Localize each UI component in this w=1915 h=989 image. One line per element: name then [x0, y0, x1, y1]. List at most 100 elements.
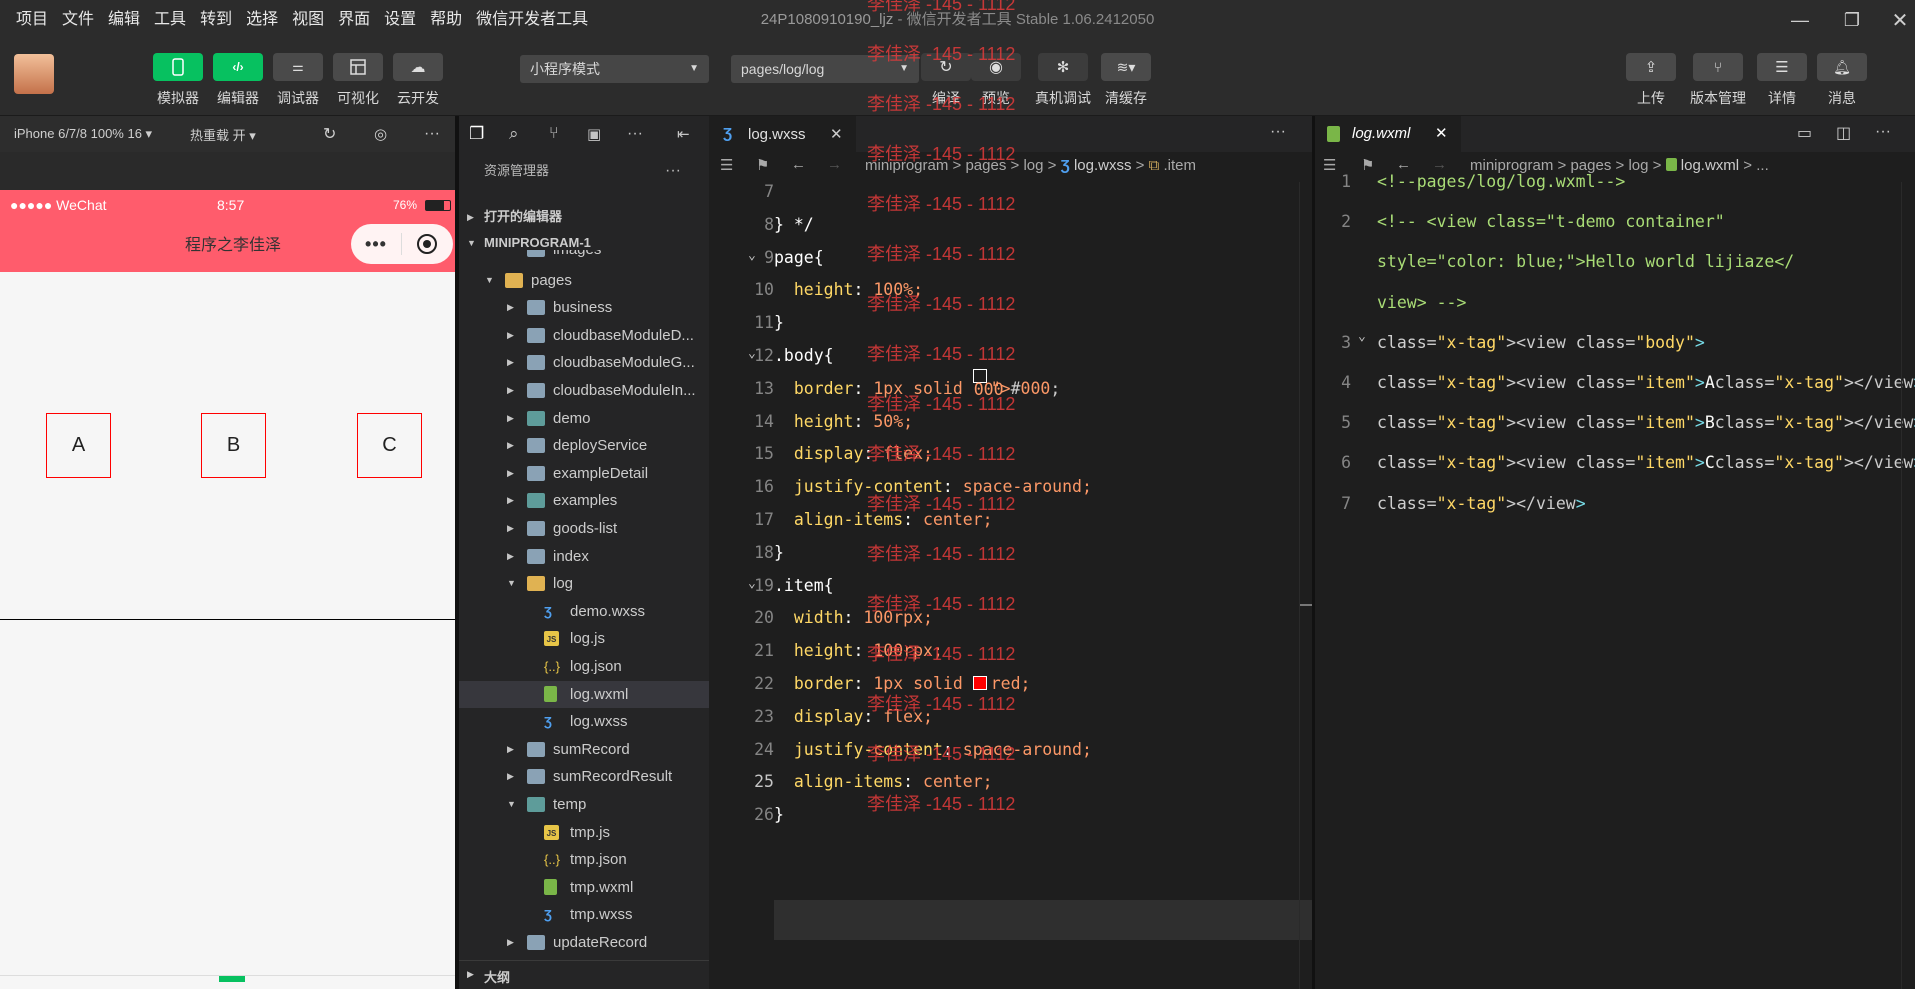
simulator-bar: iPhone 6/7/8 100% 16 ▾ 热重载 开 ▾ ↻ ◎ ··· — [0, 116, 457, 152]
editor-more-icon[interactable]: ··· — [1875, 123, 1891, 141]
tree-item-label: log.wxss — [570, 713, 628, 731]
menu-item[interactable]: 界面 — [331, 0, 377, 40]
split-editor-icon[interactable]: ◫ — [1836, 123, 1851, 143]
menu-icon: ☰ — [1775, 59, 1789, 76]
compile-button[interactable]: ↻ 编译 — [920, 53, 972, 108]
tree-item[interactable]: ▶ sumRecordResult — [459, 763, 709, 790]
tree-item[interactable]: ▶ deployService — [459, 432, 709, 459]
menu-item[interactable]: 微信开发者工具 — [469, 0, 595, 40]
tree-item[interactable]: log.wxml — [459, 680, 709, 708]
details-button[interactable]: ☰ 详情 — [1756, 53, 1808, 108]
item-b[interactable]: B — [201, 413, 266, 478]
avatar[interactable] — [14, 54, 54, 94]
tree-item[interactable]: {..} log.json — [459, 653, 709, 680]
clear-cache-button[interactable]: ≋▾ 清缓存 — [1100, 53, 1152, 108]
menu-item[interactable]: 转到 — [193, 0, 239, 40]
tree-item[interactable]: ▶ exampleDetail — [459, 460, 709, 487]
capsule-close-icon[interactable] — [402, 233, 452, 255]
hot-reload-toggle[interactable]: 热重载 开 ▾ — [190, 125, 256, 144]
more-icon[interactable]: ··· — [424, 125, 440, 143]
fold-icon[interactable]: ⌄ — [748, 576, 756, 591]
tree-item[interactable]: ▶ business — [459, 294, 709, 321]
scrollbar[interactable] — [1901, 182, 1915, 989]
debug-icon[interactable]: ▣ — [587, 125, 601, 143]
tree-item[interactable]: ▶ goods-list — [459, 515, 709, 542]
simulator-button[interactable]: 模拟器 — [152, 53, 204, 108]
menu-item[interactable]: 工具 — [147, 0, 193, 40]
tree-item[interactable]: Ʒtmp.wxss — [459, 901, 709, 928]
tree-item[interactable]: ▶ updateRecord — [459, 929, 709, 956]
tree-item[interactable]: tmp.wxml — [459, 874, 709, 901]
preview-button[interactable]: ◉ 预览 — [970, 53, 1022, 108]
menu-item[interactable]: 项目 — [0, 0, 55, 40]
tree-item[interactable]: ▶ cloudbaseModuleD... — [459, 322, 709, 349]
stop-icon[interactable]: ◎ — [374, 125, 387, 143]
device-select[interactable]: iPhone 6/7/8 100% 16 ▾ — [14, 126, 152, 142]
tree-item[interactable]: JS log.js — [459, 625, 709, 652]
mode-select[interactable]: 小程序模式 ▼ — [520, 55, 709, 83]
visual-button[interactable]: 可视化 — [332, 53, 384, 108]
tree-item[interactable]: JS tmp.js — [459, 819, 709, 846]
tree-item[interactable]: Ʒlog.wxss — [459, 708, 709, 735]
tree-item[interactable]: ▶ demo — [459, 405, 709, 432]
explorer-title: 资源管理器 — [484, 163, 550, 178]
fold-icon[interactable]: ⌄ — [748, 248, 756, 263]
editor-button[interactable]: ‹/› 编辑器 — [212, 53, 264, 108]
scrollbar[interactable] — [1299, 182, 1313, 989]
version-button[interactable]: ⑂ 版本管理 — [1690, 53, 1746, 108]
messages-button[interactable]: 🔔︎ 消息 — [1816, 53, 1868, 108]
tree-item[interactable]: ▶ examples — [459, 487, 709, 514]
tree-item[interactable]: ▼ temp — [459, 791, 709, 818]
forward-icon[interactable]: → — [827, 156, 842, 173]
debugger-button[interactable]: ⚌ 调试器 — [272, 53, 324, 108]
files-icon[interactable]: ❐ — [469, 124, 484, 144]
outline-section[interactable]: ▶ 大纲 — [459, 960, 709, 989]
comment-icon[interactable]: ▭ — [1797, 123, 1812, 143]
item-a[interactable]: A — [46, 413, 111, 478]
search-icon[interactable]: ⌕ — [509, 124, 519, 144]
menu-item[interactable]: 帮助 — [423, 0, 469, 40]
upload-button[interactable]: ⇪ 上传 — [1625, 53, 1677, 108]
editor1-code[interactable]: 7 8} */9 ⌄ page{10 height: 100%; 11} 12 ⌄ .body… — [710, 182, 1313, 989]
editor-more-icon[interactable]: ··· — [1270, 123, 1286, 141]
tab-log-wxml[interactable]: log.wxml ✕ — [1315, 116, 1461, 152]
tab-log-wxss[interactable]: Ʒ log.wxss ✕ — [710, 116, 856, 152]
editor2-code[interactable]: 1 <!--pages/log/log.wxml--> 2 <!-- <view cl… — [1315, 172, 1915, 989]
capsule-menu[interactable]: ••• — [351, 224, 453, 264]
fold-icon[interactable]: ⌄ — [748, 346, 756, 361]
layers-icon: ≋▾ — [1116, 58, 1136, 75]
menu-item[interactable]: 编辑 — [101, 0, 147, 40]
close-tab-icon[interactable]: ✕ — [1435, 124, 1448, 142]
tree-item[interactable]: ▶ sumRecord — [459, 736, 709, 763]
open-editors-section[interactable]: ▶ 打开的编辑器 — [459, 204, 709, 230]
capsule-more-icon[interactable]: ••• — [351, 234, 401, 255]
menu-item[interactable]: 视图 — [285, 0, 331, 40]
folder-icon — [527, 250, 545, 257]
menu-item[interactable]: 选择 — [239, 0, 285, 40]
close-tab-icon[interactable]: ✕ — [830, 125, 843, 143]
rotate-icon[interactable]: ↻ — [323, 124, 336, 144]
tree-item[interactable]: images — [459, 250, 709, 263]
tree-item[interactable]: ▶ cloudbaseModuleG... — [459, 349, 709, 376]
collapse-sidebar-icon[interactable]: ⇤ — [677, 125, 690, 143]
tree-item[interactable]: ▼ pages — [459, 267, 709, 294]
menu-item[interactable]: 设置 — [377, 0, 423, 40]
fold-icon[interactable]: ⌄ — [1358, 329, 1366, 344]
explorer-more-icon[interactable]: ··· — [665, 156, 681, 186]
menu-item[interactable]: 文件 — [55, 0, 101, 40]
more-icon[interactable]: ··· — [627, 125, 643, 143]
page-path-select[interactable]: pages/log/log ▼ — [731, 55, 919, 83]
source-control-icon[interactable]: ⑂ — [549, 125, 559, 143]
tree-item[interactable]: ▼ log — [459, 570, 709, 597]
minimize-icon[interactable]: — — [1776, 0, 1824, 40]
cloud-button[interactable]: ☁ 云开发 — [392, 53, 444, 108]
tree-item[interactable]: {..} tmp.json — [459, 846, 709, 873]
item-c[interactable]: C — [357, 413, 422, 478]
remote-debug-button[interactable]: ✻ 真机调试 — [1034, 53, 1092, 108]
back-icon[interactable]: ← — [791, 156, 806, 173]
tree-item[interactable]: ▶ index — [459, 543, 709, 570]
tree-item[interactable]: ▶ cloudbaseModuleIn... — [459, 377, 709, 404]
close-window-icon[interactable]: ✕ — [1876, 0, 1915, 40]
restore-icon[interactable]: ❐ — [1828, 0, 1876, 40]
tree-item[interactable]: Ʒdemo.wxss — [459, 598, 709, 625]
